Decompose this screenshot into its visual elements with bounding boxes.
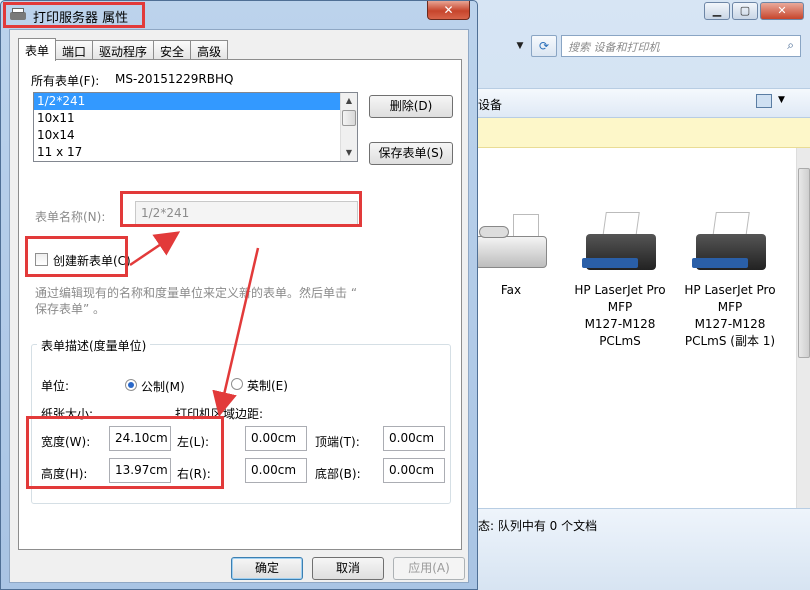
description-line: 通过编辑现有的名称和度量单位来定义新的表单。然后单击 “ — [35, 286, 358, 300]
print-server-properties-dialog: 打印服务器 属性 ✕ 表单 端口 驱动程序 安全 高级 所有表单(F): MS-… — [0, 0, 478, 590]
view-dropdown-icon[interactable]: ▼ — [778, 95, 785, 105]
ok-button[interactable]: 确定 — [231, 557, 303, 580]
annotation-box — [3, 2, 145, 28]
annotation-box — [120, 191, 362, 227]
search-icon[interactable]: ⌕ — [787, 38, 794, 53]
device-name-line: M127-M128 — [694, 317, 766, 331]
device-name-line: MFP — [607, 300, 633, 314]
annotation-box — [25, 236, 128, 277]
description-line: 保存表单” 。 — [35, 302, 106, 316]
explorer-close-button[interactable]: ✕ — [760, 2, 804, 20]
tab-ports[interactable]: 端口 — [55, 40, 94, 60]
bottom-margin-label: 底部(B): — [315, 467, 361, 481]
status-text: 态: 队列中有 0 个文档 — [478, 519, 598, 533]
bottom-margin-input[interactable]: 0.00cm — [383, 458, 445, 483]
form-name-label: 表单名称(N): — [35, 210, 106, 224]
scrollbar-thumb[interactable] — [798, 168, 810, 358]
device-name-line: HP LaserJet Pro — [574, 283, 666, 297]
annotation-box — [26, 416, 224, 489]
printer-icon — [688, 208, 772, 278]
description-text: 通过编辑现有的名称和度量单位来定义新的表单。然后单击 “ 保存表单” 。 — [35, 285, 375, 317]
search-input[interactable]: 搜索 设备和打印机 ⌕ — [561, 35, 801, 57]
metric-radio[interactable] — [125, 379, 137, 391]
refresh-button[interactable]: ⟳ — [531, 35, 557, 57]
scroll-up-icon[interactable]: ▲ — [341, 93, 357, 109]
right-margin-input[interactable]: 0.00cm — [245, 458, 307, 483]
forms-list-scrollbar[interactable]: ▲ ▼ — [340, 93, 357, 161]
delete-button[interactable]: 删除(D) — [369, 95, 453, 118]
dialog-client: 表单 端口 驱动程序 安全 高级 所有表单(F): MS-20151229RBH… — [9, 29, 469, 583]
device-name-line: HP LaserJet Pro — [684, 283, 776, 297]
devices-scrollbar[interactable] — [796, 148, 810, 508]
tab-advanced[interactable]: 高级 — [190, 40, 229, 60]
toolbar-text[interactable]: 设备 — [478, 96, 502, 113]
top-margin-label: 顶端(T): — [315, 435, 360, 449]
save-form-button[interactable]: 保存表单(S) — [369, 142, 453, 165]
left-margin-input[interactable]: 0.00cm — [245, 426, 307, 451]
search-placeholder: 搜索 设备和打印机 — [568, 41, 660, 54]
tab-security[interactable]: 安全 — [153, 40, 192, 60]
top-margin-input[interactable]: 0.00cm — [383, 426, 445, 451]
form-description-group-title: 表单描述(度量单位) — [37, 337, 151, 354]
change-view-icon[interactable] — [756, 94, 772, 108]
printer-icon — [578, 208, 662, 278]
device-hp-printer-copy[interactable]: HP LaserJet Pro MFP M127-M128 PCLmS (副本 … — [675, 208, 785, 350]
fax-icon — [469, 208, 553, 278]
tab-strip: 表单 端口 驱动程序 安全 高级 — [18, 38, 229, 61]
tab-drivers[interactable]: 驱动程序 — [92, 40, 155, 60]
info-bar: x — [478, 118, 810, 148]
list-item[interactable]: 1/2*241 — [34, 93, 341, 110]
explorer-command-bar: 设备 ▼ ? — [478, 88, 810, 118]
scroll-down-icon[interactable]: ▼ — [341, 145, 357, 161]
list-item[interactable]: 11 x 17 — [34, 144, 341, 161]
metric-label[interactable]: 公制(M) — [141, 378, 185, 395]
device-name-line: MFP — [717, 300, 743, 314]
cancel-button[interactable]: 取消 — [312, 557, 384, 580]
list-item[interactable]: 10x11 — [34, 110, 341, 127]
minimize-button[interactable]: ▁ — [704, 2, 730, 20]
device-hp-printer[interactable]: HP LaserJet Pro MFP M127-M128 PCLmS — [565, 208, 675, 350]
apply-button[interactable]: 应用(A) — [393, 557, 465, 580]
address-dropdown-icon[interactable]: ▼ — [511, 37, 529, 55]
english-radio[interactable] — [231, 378, 243, 390]
dialog-close-button[interactable]: ✕ — [427, 1, 470, 20]
english-label[interactable]: 英制(E) — [247, 377, 288, 394]
tab-forms[interactable]: 表单 — [18, 38, 57, 61]
device-name-line: PCLmS (副本 1) — [684, 334, 776, 348]
maximize-button[interactable]: ▢ — [732, 2, 758, 20]
all-forms-label: 所有表单(F): — [31, 74, 100, 88]
explorer-status-bar: 态: 队列中有 0 个文档 — [478, 508, 810, 590]
explorer-window-controls: ▁ ▢ ✕ — [704, 2, 804, 20]
device-name-line: PCLmS — [599, 334, 641, 348]
scrollbar-thumb[interactable] — [342, 110, 356, 126]
forms-listbox[interactable]: 1/2*241 10x11 10x14 11 x 17 ▲ ▼ — [33, 92, 358, 162]
unit-label: 单位: — [41, 379, 70, 393]
explorer-window: ▁ ▢ ✕ ▼ ⟳ 搜索 设备和打印机 ⌕ 设备 ▼ ? x Fax HP La… — [430, 0, 810, 590]
device-name-line: M127-M128 — [584, 317, 656, 331]
server-name: MS-20151229RBHQ — [115, 72, 234, 86]
list-item[interactable]: 10x14 — [34, 127, 341, 144]
